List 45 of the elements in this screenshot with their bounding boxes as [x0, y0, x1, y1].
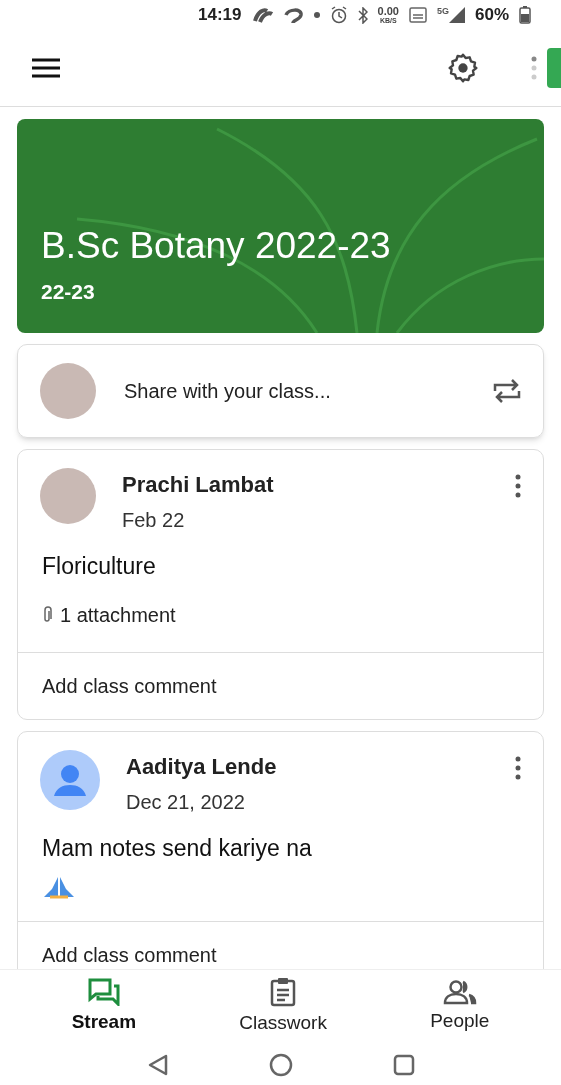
post-author: Prachi Lambat — [122, 471, 275, 499]
paperclip-icon — [42, 605, 52, 624]
post-date: Feb 22 — [122, 508, 186, 533]
bluetooth-icon — [357, 6, 368, 24]
post-text: Mam notes send kariye na — [41, 833, 313, 863]
nav-tab[interactable]: Classwork — [239, 977, 327, 1038]
more-options-icon[interactable] — [531, 56, 537, 80]
volte-icon — [408, 7, 427, 23]
class-section: 22-23 — [41, 275, 520, 307]
add-comment-link[interactable]: Add class comment — [42, 674, 217, 697]
battery-icon — [519, 6, 531, 24]
network-type: 5G — [436, 7, 449, 16]
add-comment-link[interactable]: Add class comment — [42, 944, 217, 966]
avatar-photo-placeholder — [40, 468, 96, 524]
more-options-icon[interactable] — [515, 755, 521, 780]
carrier-icon — [251, 7, 274, 23]
share-card[interactable]: Share with your class... — [17, 344, 544, 438]
post-author: Aaditya Lende — [126, 752, 278, 781]
signal-icon — [448, 7, 465, 23]
more-options-icon[interactable] — [515, 474, 521, 498]
post-text: Floriculture — [41, 552, 157, 581]
post-date: Dec 21, 2022 — [126, 789, 246, 815]
class-banner[interactable]: B.Sc Botany 2022-23 22-23 — [17, 119, 544, 333]
dot-icon — [313, 12, 320, 18]
avatar-silhouette-icon — [40, 749, 100, 810]
class-title: B.Sc Botany 2022-23 — [41, 224, 392, 269]
clipboard-icon — [270, 977, 297, 1008]
chat-bubbles-icon — [87, 978, 120, 1007]
share-placeholder: Share with your class... — [124, 379, 332, 404]
settings-icon[interactable] — [447, 52, 479, 84]
recent-apps-icon[interactable] — [392, 1054, 415, 1076]
back-icon[interactable] — [146, 1054, 169, 1076]
avatar-photo-placeholder — [40, 363, 96, 419]
people-icon — [442, 979, 477, 1006]
attachment-count[interactable]: 1 attachment — [60, 599, 176, 630]
carrier-swirl-icon — [283, 7, 304, 23]
home-icon[interactable] — [268, 1053, 293, 1077]
alarm-icon — [329, 6, 348, 24]
status-time: 14:19 — [198, 4, 242, 27]
battery-percent: 60% — [474, 4, 509, 27]
nav-tab[interactable]: People — [430, 979, 490, 1036]
data-speed: 0.00 — [377, 6, 399, 17]
menu-icon[interactable] — [32, 58, 60, 78]
nav-tab[interactable]: Stream — [71, 978, 137, 1037]
repost-arrows-icon[interactable] — [493, 377, 521, 405]
